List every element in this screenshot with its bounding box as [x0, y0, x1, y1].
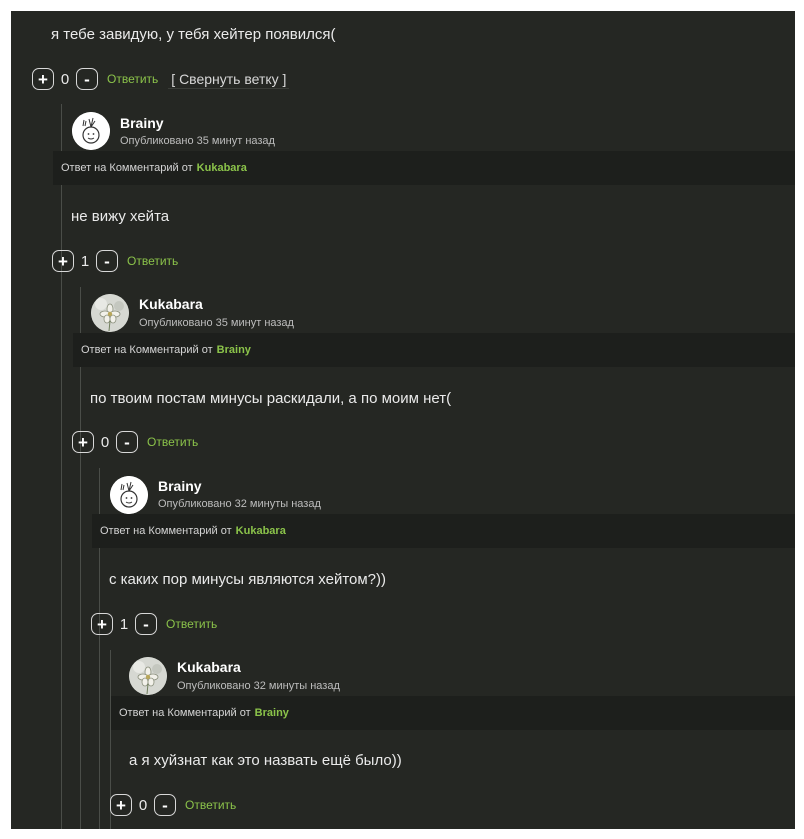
thread-line [61, 104, 62, 829]
flower-photo-avatar-icon[interactable] [91, 294, 129, 332]
downvote-button[interactable]: - [76, 68, 98, 90]
comment-text: по твоим постам минусы раскидали, а по м… [90, 390, 452, 407]
upvote-button[interactable]: + [72, 431, 94, 453]
comment-author[interactable]: Kukabara [177, 659, 241, 675]
reply-to-bar: Ответ на Комментарий от Kukabara [53, 151, 795, 185]
comment-text: я тебе завидую, у тебя хейтер появился( [51, 26, 336, 43]
comment-text: а я хуйзнат как это назвать ещё было)) [129, 752, 402, 769]
downvote-button[interactable]: - [135, 613, 157, 635]
comment-text: с каких пор минусы являются хейтом?)) [109, 571, 387, 588]
reply-to-prefix: Ответ на Комментарий от [61, 162, 193, 174]
comment-timestamp: Опубликовано 32 минуты назад [158, 498, 321, 510]
comment-score: 0 [100, 433, 110, 451]
reply-to-prefix: Ответ на Комментарий от [81, 344, 213, 356]
flower-photo-avatar-icon[interactable] [129, 657, 167, 695]
reply-link[interactable]: Ответить [185, 798, 236, 812]
comment-author[interactable]: Brainy [120, 115, 164, 131]
comment-timestamp: Опубликовано 35 минут назад [139, 317, 294, 329]
upvote-button[interactable]: + [32, 68, 54, 90]
comment-thread: я тебе завидую, у тебя хейтер появился( … [11, 11, 795, 829]
reply-link[interactable]: Ответить [127, 254, 178, 268]
reply-to-prefix: Ответ на Комментарий от [100, 525, 232, 537]
reply-link[interactable]: Ответить [107, 72, 158, 86]
comment-actions: + 1 - Ответить [91, 610, 217, 638]
reply-to-bar: Ответ на Комментарий от Kukabara [92, 514, 795, 548]
onion-doodle-avatar-icon[interactable] [72, 112, 110, 150]
reply-to-bar: Ответ на Комментарий от Brainy [73, 333, 795, 367]
reply-to-author[interactable]: Brainy [255, 707, 289, 719]
comment-score: 1 [80, 252, 90, 270]
downvote-button[interactable]: - [96, 250, 118, 272]
collapse-thread-button[interactable]: [ Свернуть ветку ] [168, 70, 290, 89]
comment-author[interactable]: Kukabara [139, 296, 203, 312]
upvote-button[interactable]: + [110, 794, 132, 816]
reply-to-author[interactable]: Kukabara [197, 162, 247, 174]
upvote-button[interactable]: + [52, 250, 74, 272]
downvote-button[interactable]: - [116, 431, 138, 453]
comment-actions: + 0 - Ответить [72, 428, 198, 456]
reply-to-author[interactable]: Brainy [217, 344, 251, 356]
onion-doodle-avatar-icon[interactable] [110, 476, 148, 514]
comment-author[interactable]: Brainy [158, 478, 202, 494]
thread-line [80, 287, 81, 829]
comment-score: 1 [119, 615, 129, 633]
comment-actions: + 1 - Ответить [52, 247, 178, 275]
reply-link[interactable]: Ответить [166, 617, 217, 631]
comment-actions: + 0 - Ответить [110, 791, 236, 819]
reply-to-bar: Ответ на Комментарий от Brainy [111, 696, 795, 730]
comment-actions: + 0 - Ответить [ Свернуть ветку ] [32, 65, 290, 93]
upvote-button[interactable]: + [91, 613, 113, 635]
comment-score: 0 [60, 70, 70, 88]
comment-timestamp: Опубликовано 32 минуты назад [177, 680, 340, 692]
comment-score: 0 [138, 796, 148, 814]
reply-link[interactable]: Ответить [147, 435, 198, 449]
comment-text: не вижу хейта [71, 208, 170, 225]
comment-timestamp: Опубликовано 35 минут назад [120, 135, 275, 147]
reply-to-prefix: Ответ на Комментарий от [119, 707, 251, 719]
downvote-button[interactable]: - [154, 794, 176, 816]
reply-to-author[interactable]: Kukabara [236, 525, 286, 537]
